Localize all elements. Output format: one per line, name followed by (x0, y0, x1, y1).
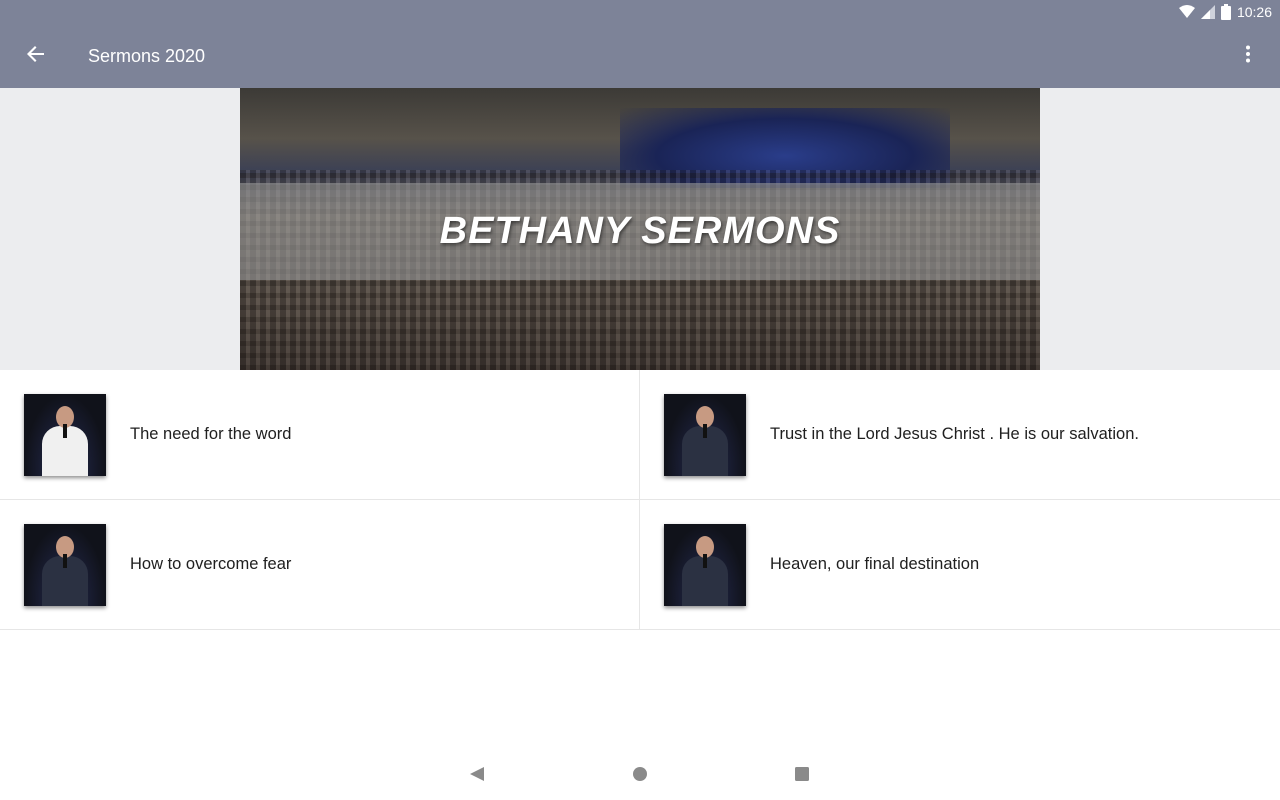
nav-home-button[interactable] (628, 764, 652, 788)
sermon-item[interactable]: Heaven, our final destination (640, 500, 1280, 629)
sermon-row: The need for the word Trust in the Lord … (0, 370, 1280, 500)
nav-home-icon (632, 766, 648, 787)
banner-area: BETHANY SERMONS (0, 88, 1280, 370)
wifi-icon (1178, 5, 1195, 19)
app-bar: Sermons 2020 (0, 24, 1280, 88)
sermon-title: Heaven, our final destination (770, 555, 980, 573)
more-options-button[interactable] (1232, 40, 1264, 72)
banner-image: BETHANY SERMONS (240, 88, 1040, 370)
nav-back-icon (469, 766, 485, 787)
sermon-title: How to overcome fear (130, 555, 292, 573)
sermon-thumbnail (664, 393, 746, 476)
nav-recents-button[interactable] (790, 764, 814, 788)
sermon-title: The need for the word (130, 425, 292, 443)
battery-icon (1220, 4, 1231, 20)
nav-back-button[interactable] (465, 764, 489, 788)
banner-title-strip: BETHANY SERMONS (240, 183, 1040, 280)
nav-recents-icon (794, 766, 810, 787)
navigation-bar (0, 752, 1280, 800)
signal-icon (1200, 5, 1215, 19)
banner-title: BETHANY SERMONS (439, 210, 841, 252)
sermon-thumbnail (24, 393, 106, 476)
arrow-back-icon (26, 44, 46, 69)
sermon-grid: The need for the word Trust in the Lord … (0, 370, 1280, 630)
sermon-thumbnail (664, 523, 746, 606)
sermon-title: Trust in the Lord Jesus Christ . He is o… (770, 425, 1139, 443)
sermon-row: How to overcome fear Heaven, our final d… (0, 500, 1280, 630)
sermon-item[interactable]: How to overcome fear (0, 500, 640, 629)
status-time: 10:26 (1236, 4, 1272, 20)
status-bar: 10:26 (0, 0, 1280, 24)
sermon-thumbnail (24, 523, 106, 606)
back-button[interactable] (0, 24, 72, 88)
sermon-item[interactable]: Trust in the Lord Jesus Christ . He is o… (640, 370, 1280, 499)
sermon-item[interactable]: The need for the word (0, 370, 640, 499)
page-title: Sermons 2020 (88, 45, 206, 66)
more-vert-icon (1245, 45, 1251, 68)
